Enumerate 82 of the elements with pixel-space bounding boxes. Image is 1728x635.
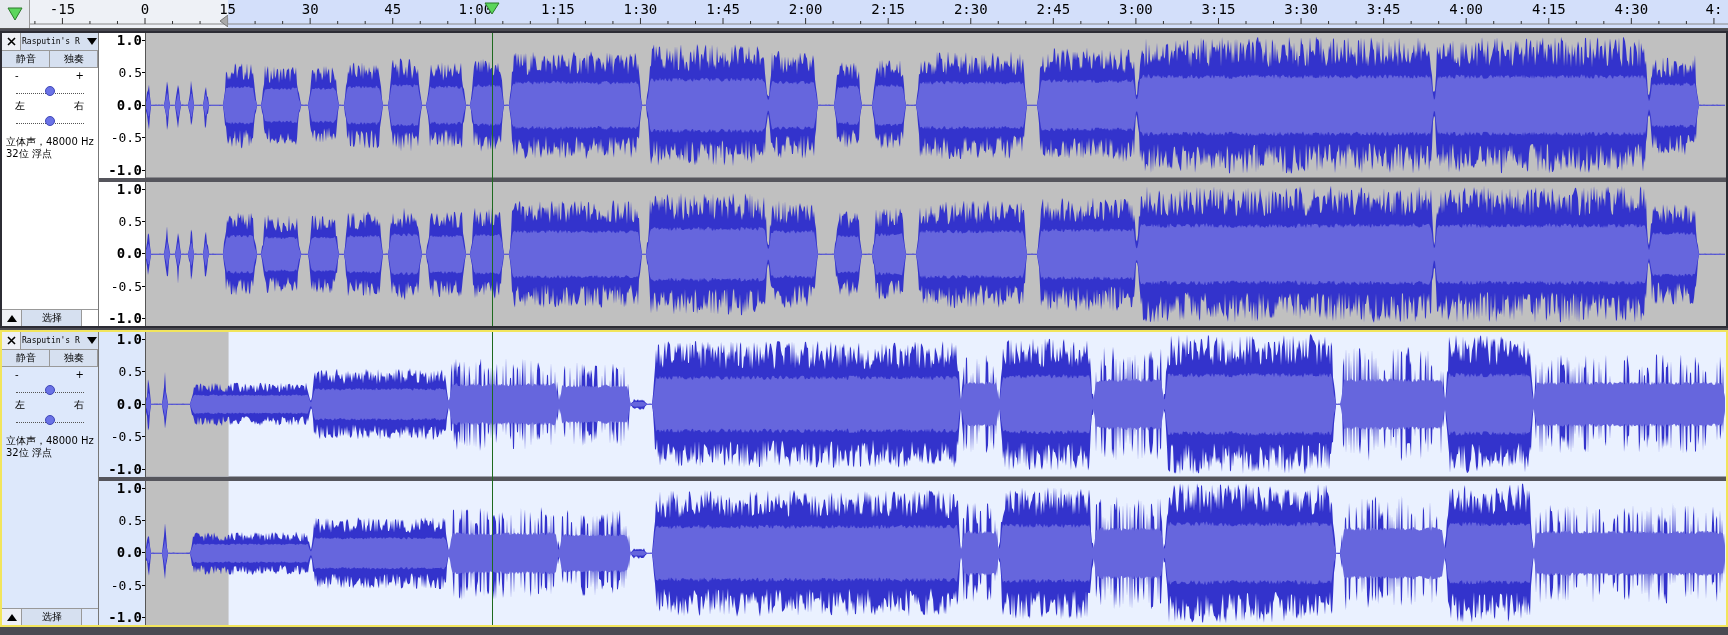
- scale-label: -0.5: [110, 429, 142, 445]
- slider-label: +: [75, 70, 84, 81]
- track[interactable]: Rasputin's R 静音 独奏 - + 左 右 立体声，48000 Hz 32位 浮点 选择 1.0 0.5 0.0 -0.5 -1.0 1.0 0.5 0.0 -0.5 -1.0: [0, 31, 1728, 328]
- slider-thumb[interactable]: [45, 385, 55, 395]
- scale-label: -0.5: [110, 278, 142, 294]
- time-label: 3:15: [1201, 1, 1236, 17]
- scale-label: 1.0: [116, 480, 142, 496]
- collapse-button[interactable]: [2, 310, 22, 326]
- waveform-drawing[interactable]: [146, 33, 1726, 178]
- time-label: 1:30: [623, 1, 658, 17]
- scale-label: 0.5: [118, 213, 142, 229]
- scale-label: 0.5: [118, 65, 142, 81]
- time-label: 4:30: [1614, 1, 1649, 17]
- waveform-drawing[interactable]: [146, 181, 1726, 326]
- time-label: 1:15: [541, 1, 575, 17]
- slider-label: -: [15, 369, 19, 380]
- scale-label: -0.5: [110, 130, 142, 146]
- time-label: 3:00: [1119, 1, 1153, 17]
- scale-label: 1.0: [116, 332, 142, 347]
- track-info: 32位 浮点: [6, 148, 53, 160]
- scale-label: -1.0: [108, 461, 142, 477]
- time-label: 3:45: [1366, 1, 1401, 17]
- play-head-icon: [6, 7, 23, 21]
- dropdown-icon: [87, 337, 97, 344]
- scale-label: 0.5: [118, 364, 142, 380]
- scale-label: 0.5: [118, 512, 142, 528]
- close-icon: [6, 37, 16, 46]
- time-label: 2:15: [871, 1, 906, 17]
- time-label: 45: [384, 1, 402, 17]
- select-button[interactable]: 选择: [22, 310, 82, 326]
- waveform-drawing[interactable]: [146, 332, 1726, 477]
- time-label: 0: [140, 1, 150, 17]
- collapse-icon: [6, 613, 17, 621]
- time-label: 3:30: [1284, 1, 1318, 17]
- time-label: 2:30: [953, 1, 988, 17]
- time-label: 4:: [1705, 1, 1723, 17]
- scale-label: 0.0: [116, 396, 142, 412]
- slider-label: 右: [74, 100, 84, 111]
- slider-thumb[interactable]: [45, 86, 55, 96]
- close-button[interactable]: [2, 332, 21, 349]
- time-label: 2:45: [1036, 1, 1071, 17]
- track[interactable]: Rasputin's R 静音 独奏 - + 左 右 立体声，48000 Hz 32位 浮点 选择 1.0 0.5 0.0 -0.5 -1.0 1.0 0.5 0.0 -0.5 -1.0: [0, 330, 1728, 627]
- track-info: 立体声，48000 Hz: [6, 136, 95, 148]
- select-button[interactable]: 选择: [22, 609, 82, 625]
- track-info: 32位 浮点: [6, 447, 53, 459]
- track-button[interactable]: 独奏: [50, 51, 98, 67]
- scale-label: -0.5: [110, 577, 142, 593]
- quick-play-button[interactable]: [0, 0, 30, 28]
- track-name-menu[interactable]: Rasputin's R: [21, 332, 98, 349]
- track-button[interactable]: 静音: [2, 51, 50, 67]
- slider-label: 右: [74, 399, 84, 410]
- scale-label: 0.0: [116, 97, 142, 113]
- time-label: 15: [219, 1, 236, 17]
- dropdown-icon: [87, 38, 97, 45]
- scale-label: 1.0: [116, 181, 142, 197]
- waveform-drawing[interactable]: [146, 480, 1726, 625]
- time-label: 4:15: [1531, 1, 1566, 17]
- collapse-icon: [6, 314, 17, 322]
- slider-label: -: [15, 70, 19, 81]
- slider-thumb[interactable]: [45, 415, 55, 425]
- slider-label: 左: [15, 399, 25, 410]
- scale-label: -1.0: [108, 311, 142, 326]
- scale-label: -1.0: [108, 162, 142, 178]
- time-label: 2:00: [788, 1, 823, 17]
- scale-label: 0.0: [116, 246, 142, 262]
- slider-label: +: [75, 369, 84, 380]
- scale-label: 0.0: [116, 545, 142, 561]
- track-name-menu[interactable]: Rasputin's R: [21, 33, 98, 50]
- slider-label: 左: [15, 100, 25, 111]
- time-label: 4:00: [1449, 1, 1484, 17]
- scale-label: -1.0: [108, 610, 142, 625]
- time-label: 30: [301, 1, 319, 17]
- scale-label: 1.0: [116, 33, 142, 48]
- slider-thumb[interactable]: [45, 116, 55, 126]
- time-label: 1:45: [706, 1, 740, 17]
- close-button[interactable]: [2, 33, 21, 50]
- collapse-button[interactable]: [2, 609, 22, 625]
- track-info: 立体声，48000 Hz: [6, 435, 95, 447]
- close-icon: [6, 336, 16, 345]
- time-label: -15: [49, 1, 76, 17]
- track-button[interactable]: 独奏: [50, 350, 98, 366]
- track-button[interactable]: 静音: [2, 350, 50, 366]
